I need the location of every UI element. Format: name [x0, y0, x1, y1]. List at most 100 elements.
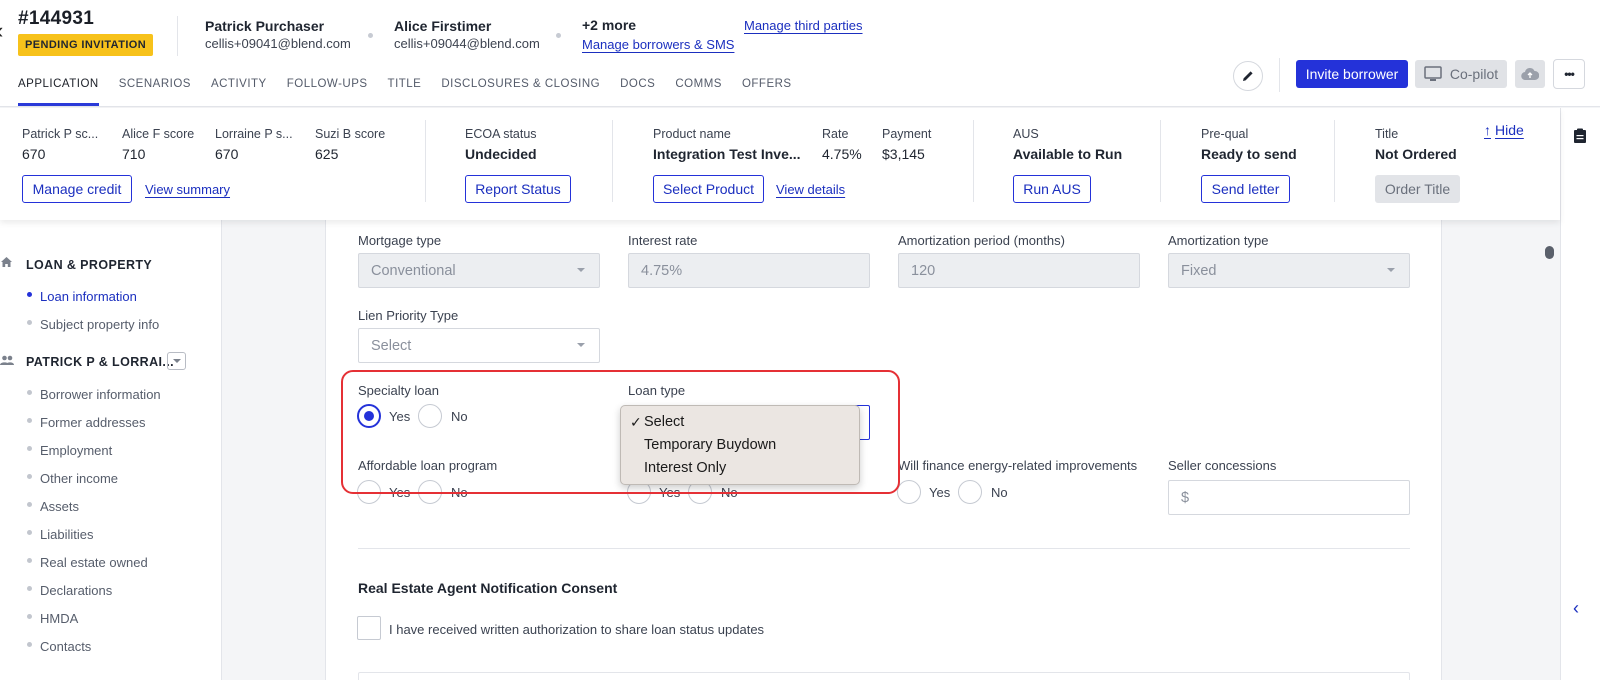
sidebar-item-employment[interactable]: Employment [40, 443, 112, 458]
score-label-alice: Alice F score [122, 127, 195, 141]
mortgage-type-value: Conventional [371, 262, 456, 279]
seller-concessions-label: Seller concessions [1168, 458, 1277, 473]
interest-rate-label: Interest rate [628, 233, 698, 248]
sidebar-item-declarations[interactable]: Declarations [40, 583, 112, 598]
dropdown-option-temporary-buydown[interactable]: Temporary Buydown [644, 437, 776, 453]
specialty-loan-label: Specialty loan [358, 383, 439, 398]
borrower-switch-dropdown[interactable] [167, 352, 186, 370]
bullet [27, 320, 32, 325]
score-value-suzi: 625 [315, 146, 339, 162]
chevron-down-icon [577, 268, 585, 272]
separator-dot [556, 33, 561, 38]
view-details-link[interactable]: View details [776, 182, 845, 197]
sidebar-item-other-income[interactable]: Other income [40, 471, 118, 486]
sidebar-item-subject-property[interactable]: Subject property info [40, 317, 159, 332]
people-icon [0, 354, 14, 369]
lien-priority-select[interactable]: Select [358, 328, 600, 363]
specialty-loan-no-radio[interactable] [418, 404, 442, 428]
sidebar-item-real-estate-owned[interactable]: Real estate owned [40, 555, 148, 570]
run-aus-button[interactable]: Run AUS [1013, 175, 1091, 203]
product-name-value: Integration Test Inve... [653, 146, 801, 162]
arrow-up-icon: ↑ [1484, 122, 1491, 138]
send-letter-button[interactable]: Send letter [1201, 175, 1290, 203]
bullet [27, 642, 32, 647]
borrower-name-1: Patrick Purchaser [205, 18, 325, 34]
bullet [27, 292, 32, 297]
view-summary-link[interactable]: View summary [145, 182, 230, 197]
tab-offers[interactable]: OFFERS [742, 78, 792, 106]
more-borrowers-label: +2 more [582, 17, 637, 33]
amortization-period-input[interactable]: 120 [898, 253, 1140, 288]
dropdown-option-interest-only[interactable]: Interest Only [644, 460, 726, 476]
bullet [27, 558, 32, 563]
title-status-value: Not Ordered [1375, 146, 1457, 162]
order-title-button[interactable]: Order Title [1375, 175, 1460, 203]
borrower-name-2: Alice Firstimer [394, 18, 492, 34]
specialty-loan-yes-radio[interactable] [357, 404, 381, 428]
sidebar-item-contacts[interactable]: Contacts [40, 639, 91, 654]
edit-pencil-icon[interactable] [1233, 61, 1263, 91]
affordable-loan-no-radio[interactable] [418, 480, 442, 504]
tab-scenarios[interactable]: SCENARIOS [119, 78, 191, 106]
more-options-button[interactable]: ••• [1553, 59, 1585, 89]
score-label-patrick: Patrick P sc... [22, 127, 99, 141]
home-icon [0, 256, 13, 271]
tab-docs[interactable]: DOCS [620, 78, 655, 106]
tab-disclosures-closing[interactable]: DISCLOSURES & CLOSING [441, 78, 600, 106]
mortgage-type-label: Mortgage type [358, 233, 442, 248]
sidebar-item-borrower-information[interactable]: Borrower information [40, 387, 161, 402]
invite-borrower-button[interactable]: Invite borrower [1296, 60, 1408, 88]
report-status-button[interactable]: Report Status [465, 175, 571, 203]
divider [612, 120, 613, 202]
amortization-type-value: Fixed [1181, 262, 1217, 279]
divider [425, 120, 426, 202]
separator-dot [368, 33, 373, 38]
sidebar-item-liabilities[interactable]: Liabilities [40, 527, 93, 542]
copilot-button[interactable]: Co-pilot [1415, 60, 1507, 88]
consent-text: I have received written authorization to… [389, 622, 765, 637]
affordable-loan-yes-radio[interactable] [357, 480, 381, 504]
sidebar-item-loan-information[interactable]: Loan information [40, 289, 137, 304]
seller-concessions-input[interactable]: $ [1168, 480, 1410, 515]
payment-label: Payment [882, 127, 932, 141]
tab-application[interactable]: APPLICATION [18, 78, 99, 106]
hide-summary-link[interactable]: ↑ Hide [1484, 122, 1524, 138]
energy-improvements-no-label: No [991, 485, 1008, 500]
tab-title[interactable]: TITLE [388, 78, 422, 106]
title-status-label: Title [1375, 127, 1399, 141]
tab-follow-ups[interactable]: FOLLOW-UPS [287, 78, 368, 106]
affordable-loan-yes-label: Yes [389, 485, 411, 500]
energy-improvements-yes-radio[interactable] [897, 480, 921, 504]
energy-improvements-no-radio[interactable] [958, 480, 982, 504]
back-chevron-icon[interactable]: ‹ [0, 18, 3, 44]
manage-third-parties-link[interactable]: Manage third parties [744, 18, 863, 33]
sidebar-item-hmda[interactable]: HMDA [40, 611, 78, 626]
manage-credit-button[interactable]: Manage credit [22, 175, 132, 203]
dropdown-option-select[interactable]: Select [644, 414, 684, 430]
divider [1160, 120, 1161, 202]
sidebar-section-borrowers[interactable]: PATRICK P & LORRAI... [26, 355, 174, 369]
bullet [27, 418, 32, 423]
specialty-loan-no-label: No [451, 409, 468, 424]
select-product-button[interactable]: Select Product [653, 175, 764, 203]
interest-rate-input[interactable]: 4.75% [628, 253, 870, 288]
amortization-type-select[interactable]: Fixed [1168, 253, 1410, 288]
loan-type-dropdown-menu: ✓ Select Temporary Buydown Interest Only [620, 405, 860, 485]
consent-checkbox[interactable] [357, 616, 381, 640]
mortgage-type-select[interactable]: Conventional [358, 253, 600, 288]
tab-activity[interactable]: ACTIVITY [211, 78, 267, 106]
tab-comms[interactable]: COMMS [675, 78, 722, 106]
scrollbar-thumb[interactable] [1545, 246, 1554, 259]
sidebar: LOAN & PROPERTY Loan information Subject… [0, 220, 222, 680]
sidebar-item-assets[interactable]: Assets [40, 499, 79, 514]
sidebar-item-former-addresses[interactable]: Former addresses [40, 415, 145, 430]
score-label-suzi: Suzi B score [315, 127, 386, 141]
amortization-type-label: Amortization type [1168, 233, 1269, 248]
energy-improvements-yes-label: Yes [929, 485, 951, 500]
cloud-upload-icon[interactable] [1515, 60, 1545, 88]
clipboard-icon[interactable] [1573, 128, 1587, 147]
collapse-chevron-left-icon[interactable]: ‹ [1573, 598, 1579, 619]
loan-id: #144931 [18, 8, 95, 29]
manage-borrowers-link[interactable]: Manage borrowers & SMS [582, 37, 734, 52]
sidebar-section-loan-property[interactable]: LOAN & PROPERTY [26, 258, 152, 272]
